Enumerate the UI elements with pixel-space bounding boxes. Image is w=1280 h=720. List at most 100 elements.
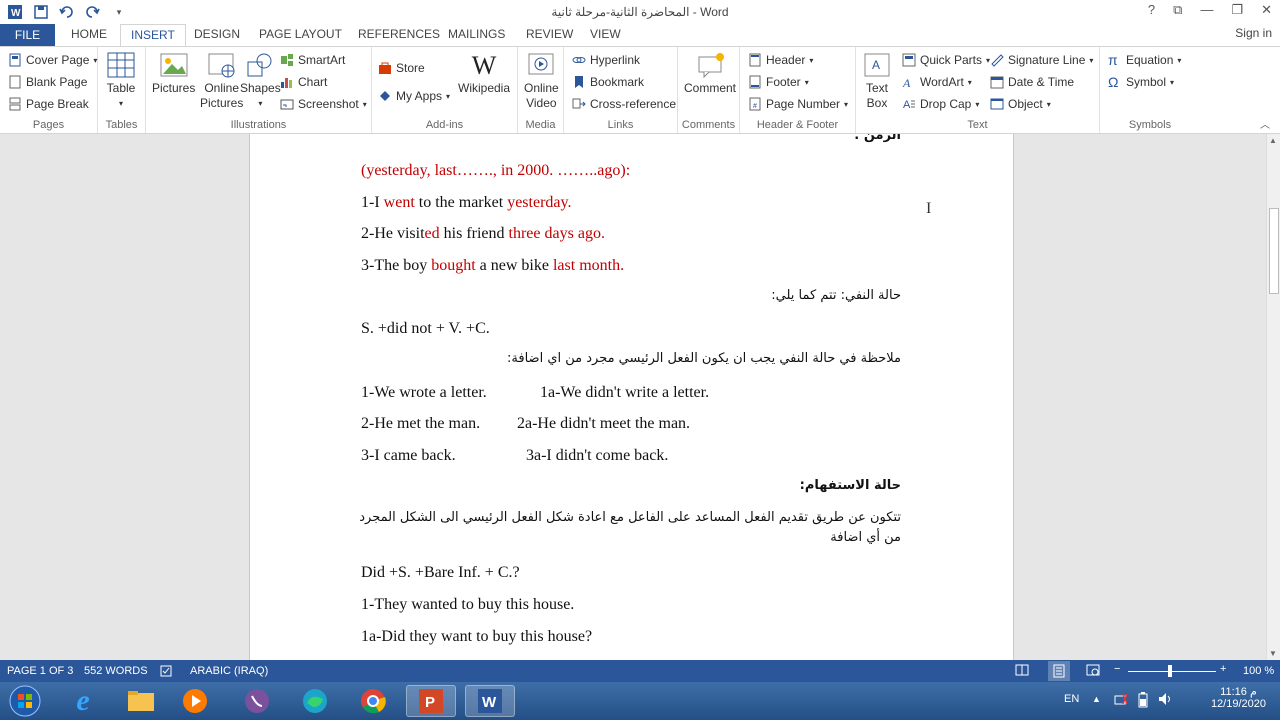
wordart-button[interactable]: A WordArt ▾ — [902, 75, 972, 89]
shapes-button[interactable]: Shapes ▾ — [240, 51, 281, 111]
hyperlink-button[interactable]: Hyperlink — [572, 53, 640, 67]
screenshot-icon — [280, 99, 294, 110]
input-language-indicator[interactable]: EN — [1064, 693, 1079, 705]
cross-reference-button[interactable]: Cross-reference — [572, 97, 676, 111]
clock-time: 11:16 م — [1220, 686, 1257, 698]
store-icon — [379, 62, 391, 74]
window-controls: ? ⧉ — ❐ ✕ — [1148, 2, 1272, 18]
object-button[interactable]: Object ▾ — [990, 97, 1051, 111]
word-taskbar-icon[interactable]: W — [465, 685, 515, 717]
help-icon[interactable]: ? — [1148, 2, 1155, 18]
scrollbar-thumb[interactable] — [1269, 208, 1279, 294]
screenshot-button[interactable]: Screenshot ▾ — [280, 97, 367, 111]
chart-icon — [281, 78, 292, 88]
table-button[interactable]: Table ▾ — [106, 51, 136, 111]
bookmark-icon — [575, 76, 583, 88]
date-time-button[interactable]: Date & Time — [990, 75, 1074, 89]
tab-design[interactable]: DESIGN — [194, 27, 240, 41]
text-box-button[interactable]: A Text Box — [862, 51, 892, 111]
page-break-icon — [9, 97, 21, 111]
start-button[interactable] — [0, 685, 50, 717]
wikipedia-button[interactable]: W Wikipedia — [458, 51, 510, 96]
group-symbols: π Equation ▾ Ω Symbol ▾ Symbols — [1100, 47, 1200, 133]
chrome-icon[interactable] — [348, 685, 398, 717]
text-cursor-ibeam-icon: I — [926, 200, 932, 217]
online-pictures-button[interactable]: Online Pictures — [200, 51, 243, 111]
internet-explorer-icon[interactable]: e — [58, 684, 108, 717]
store-button[interactable]: Store — [378, 61, 425, 75]
zoom-slider-thumb[interactable] — [1168, 665, 1172, 677]
volume-icon[interactable] — [1158, 692, 1174, 709]
blank-page-button[interactable]: Blank Page — [8, 75, 87, 89]
tab-review[interactable]: REVIEW — [526, 27, 573, 41]
chart-button[interactable]: Chart — [280, 75, 327, 89]
smartart-button[interactable]: SmartArt — [280, 53, 345, 67]
group-label-pages: Pages — [32, 119, 65, 131]
page-number-icon: # — [749, 97, 761, 111]
maximize-button[interactable]: ❐ — [1231, 2, 1243, 18]
group-label-comments: Comments — [681, 119, 736, 131]
quick-parts-button[interactable]: Quick Parts ▾ — [902, 53, 990, 67]
pictures-button[interactable]: Pictures — [152, 51, 195, 96]
language-indicator[interactable]: ARABIC (IRAQ) — [190, 665, 268, 677]
tab-view[interactable]: VIEW — [590, 27, 621, 41]
tab-file[interactable]: FILE — [0, 24, 55, 46]
battery-icon[interactable] — [1138, 692, 1148, 711]
group-label-header-footer: Header & Footer — [756, 119, 839, 131]
vertical-scrollbar[interactable]: ▲ ▼ — [1266, 134, 1280, 660]
print-layout-icon[interactable] — [1048, 661, 1070, 681]
calendar-icon — [990, 76, 1004, 89]
svg-text:#: # — [753, 103, 757, 110]
drop-cap-button[interactable]: A Drop Cap ▾ — [902, 97, 979, 111]
doc-line-neg-example-1: 1-We wrote a letter. — [361, 384, 487, 401]
collapse-ribbon-icon[interactable]: ︿ — [1260, 116, 1270, 131]
document-page[interactable]: الزمن : (yesterday, last……., in 2000. ……… — [249, 134, 1014, 660]
symbol-button[interactable]: Ω Symbol ▾ — [1108, 75, 1174, 89]
page-count[interactable]: PAGE 1 OF 3 — [7, 665, 73, 677]
doc-line-example-2: 2-He visited his friend three days ago. — [361, 225, 605, 242]
zoom-level[interactable]: 100 % — [1243, 665, 1274, 677]
viber-icon[interactable] — [232, 685, 282, 717]
media-player-icon[interactable] — [170, 685, 220, 717]
ribbon-display-options-icon[interactable]: ⧉ — [1173, 2, 1182, 18]
scroll-up-arrow-icon[interactable]: ▲ — [1269, 136, 1277, 145]
comment-button[interactable]: Comment — [684, 51, 736, 96]
pi-icon: π — [1108, 52, 1118, 68]
zoom-out-icon[interactable]: − — [1114, 663, 1120, 675]
group-illustrations: Pictures Online Pictures Shapes ▾ SmartA… — [146, 47, 372, 133]
powerpoint-icon[interactable]: P — [406, 685, 456, 717]
proofing-icon[interactable] — [160, 665, 174, 680]
signature-line-button[interactable]: Signature Line ▾ — [990, 53, 1093, 67]
page-number-button[interactable]: # Page Number ▾ — [748, 97, 848, 111]
header-button[interactable]: Header ▾ — [748, 53, 813, 67]
footer-button[interactable]: Footer ▾ — [748, 75, 809, 89]
web-layout-icon[interactable] — [1086, 663, 1100, 680]
tab-home[interactable]: HOME — [71, 27, 107, 41]
page-break-button[interactable]: Page Break — [8, 97, 89, 111]
cover-page-button[interactable]: Cover Page ▾ — [8, 53, 97, 67]
my-apps-icon — [380, 91, 390, 101]
read-mode-icon[interactable] — [1015, 663, 1029, 680]
edge-icon[interactable] — [290, 685, 340, 717]
network-icon[interactable] — [1114, 692, 1128, 709]
online-video-button[interactable]: Online Video — [524, 51, 559, 111]
my-apps-button[interactable]: My Apps ▾ — [378, 89, 450, 103]
minimize-button[interactable]: — — [1200, 2, 1213, 18]
tab-references[interactable]: REFERENCES — [358, 27, 440, 41]
tab-mailings[interactable]: MAILINGS — [448, 27, 505, 41]
text-box-icon: A — [862, 51, 892, 79]
tab-insert[interactable]: INSERT — [120, 24, 186, 47]
file-explorer-icon[interactable] — [116, 685, 166, 717]
show-hidden-icons-icon[interactable]: ▲ — [1092, 694, 1101, 704]
tab-page-layout[interactable]: PAGE LAYOUT — [259, 27, 342, 41]
close-button[interactable]: ✕ — [1261, 2, 1272, 18]
bookmark-button[interactable]: Bookmark — [572, 75, 644, 89]
zoom-in-icon[interactable]: + — [1220, 663, 1226, 675]
scroll-down-arrow-icon[interactable]: ▼ — [1269, 649, 1277, 658]
header-icon — [749, 53, 761, 67]
zoom-slider[interactable] — [1128, 671, 1216, 672]
system-clock[interactable]: 11:16 م 12/19/2020 — [1211, 685, 1266, 710]
sign-in-link[interactable]: Sign in — [1235, 26, 1272, 40]
word-count[interactable]: 552 WORDS — [84, 665, 148, 677]
equation-button[interactable]: π Equation ▾ — [1108, 53, 1181, 67]
